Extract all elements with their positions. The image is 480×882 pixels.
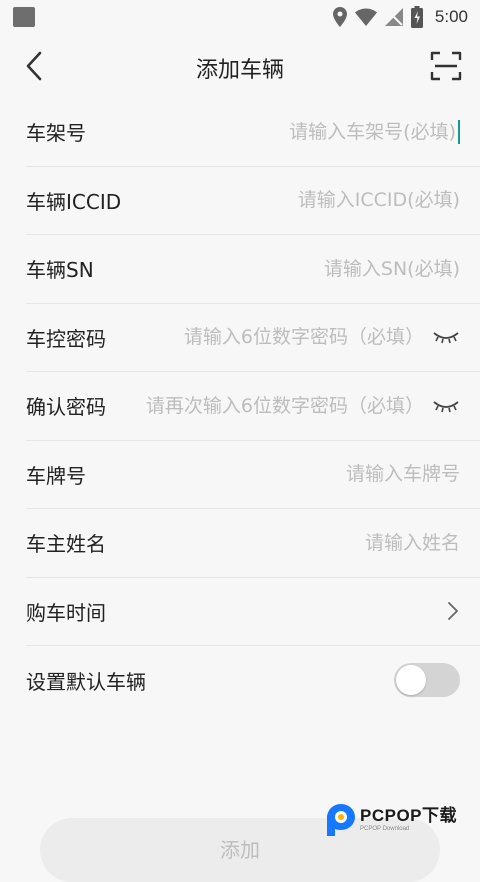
sn-input[interactable] [290,257,460,280]
watermark: PCPOP下载 PCPOP Download [326,800,476,840]
confirm-password-input[interactable] [132,394,424,417]
location-icon [332,7,347,27]
purchase-date-label: 购车时间 [26,600,106,625]
control-password-label: 车控密码 [26,326,106,351]
default-vehicle-toggle[interactable] [394,663,460,698]
no-signal-icon [384,8,403,26]
row-confirm-password: 确认密码 [26,372,480,441]
default-vehicle-label: 设置默认车辆 [26,669,146,694]
plate-number-label: 车牌号 [26,463,86,488]
battery-icon [410,6,423,28]
frame-number-input[interactable] [266,120,456,143]
row-owner-name: 车主姓名 [26,509,480,578]
status-time: 5:00 [434,7,468,26]
status-bar: 5:00 [0,0,480,34]
owner-name-input[interactable] [320,531,460,554]
status-icons: 5:00 [332,4,468,30]
sn-label: 车辆SN [26,258,94,283]
eye-closed-icon[interactable] [432,329,460,345]
text-cursor [458,119,460,144]
add-button-label: 添加 [220,838,260,862]
row-purchase-date[interactable]: 购车时间 [26,578,480,646]
row-plate-number: 车牌号 [26,441,480,509]
frame-number-label: 车架号 [26,121,86,146]
chevron-right-icon [448,602,458,621]
owner-name-label: 车主姓名 [26,532,106,557]
row-control-password: 车控密码 [26,304,480,372]
plate-number-input[interactable] [300,463,460,486]
pcpop-logo-icon [327,804,355,836]
scan-button[interactable] [430,50,462,82]
iccid-label: 车辆ICCID [26,189,122,214]
row-default-vehicle: 设置默认车辆 [26,646,480,715]
page-title: 添加车辆 [195,58,284,83]
confirm-password-label: 确认密码 [26,395,106,420]
control-password-input[interactable] [172,326,424,349]
toggle-knob [396,665,426,696]
row-iccid: 车辆ICCID [26,167,480,235]
scan-icon [430,51,462,81]
iccid-input[interactable] [270,189,460,212]
row-frame-number: 车架号 [26,98,480,167]
notification-icon [13,7,35,27]
title-bar: 添加车辆 [0,34,480,98]
wifi-icon [354,8,377,26]
row-sn: 车辆SN [26,235,480,304]
watermark-brand: PCPOP下载 [360,806,458,826]
vehicle-form: 车架号 车辆ICCID 车辆SN 车控密码 确认密码 [0,98,480,715]
eye-closed-icon[interactable] [432,398,460,414]
watermark-sub: PCPOP Download [360,826,410,833]
